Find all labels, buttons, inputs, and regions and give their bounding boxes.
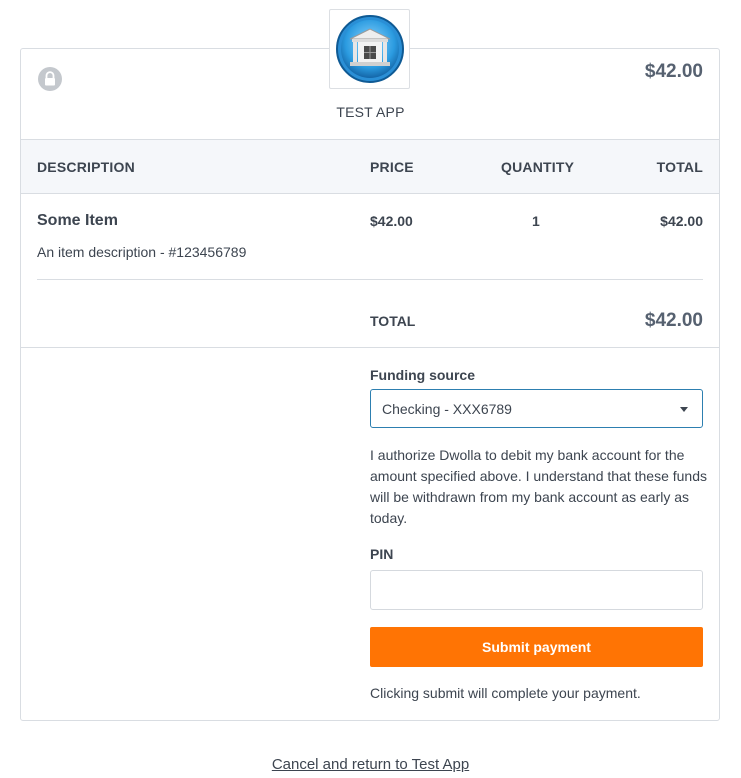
- cancel-link[interactable]: Cancel and return to Test App: [0, 756, 741, 773]
- column-price: PRICE: [370, 159, 414, 175]
- table-header: DESCRIPTION PRICE QUANTITY TOTAL: [21, 139, 719, 194]
- row-divider: [37, 279, 703, 280]
- column-description: DESCRIPTION: [37, 159, 135, 175]
- item-description: An item description - #123456789: [37, 244, 247, 260]
- section-divider: [21, 347, 719, 348]
- funding-source-label: Funding source: [370, 367, 475, 383]
- total-amount: $42.00: [644, 310, 703, 331]
- item-name: Some Item: [37, 212, 118, 229]
- item-total: $42.00: [660, 213, 703, 229]
- header-amount: $42.00: [644, 61, 703, 82]
- column-total: TOTAL: [656, 159, 703, 175]
- pin-label: PIN: [370, 546, 394, 562]
- pin-input[interactable]: [370, 570, 703, 610]
- app-logo: [329, 9, 410, 89]
- funding-source-value: Checking - XXX6789: [382, 401, 512, 417]
- funding-source-select[interactable]: Checking - XXX6789: [370, 389, 703, 428]
- item-price: $42.00: [370, 213, 413, 229]
- total-label: TOTAL: [370, 313, 416, 329]
- authorization-text: I authorize Dwolla to debit my bank acco…: [370, 447, 708, 526]
- app-name: TEST APP: [336, 104, 405, 120]
- column-quantity: QUANTITY: [501, 159, 575, 175]
- submit-payment-button[interactable]: Submit payment: [370, 627, 703, 667]
- item-quantity: 1: [532, 213, 540, 229]
- bank-building-icon: [336, 15, 404, 83]
- lock-icon: [38, 67, 62, 91]
- submit-note: Clicking submit will complete your payme…: [370, 685, 641, 701]
- chevron-down-icon: [680, 407, 688, 412]
